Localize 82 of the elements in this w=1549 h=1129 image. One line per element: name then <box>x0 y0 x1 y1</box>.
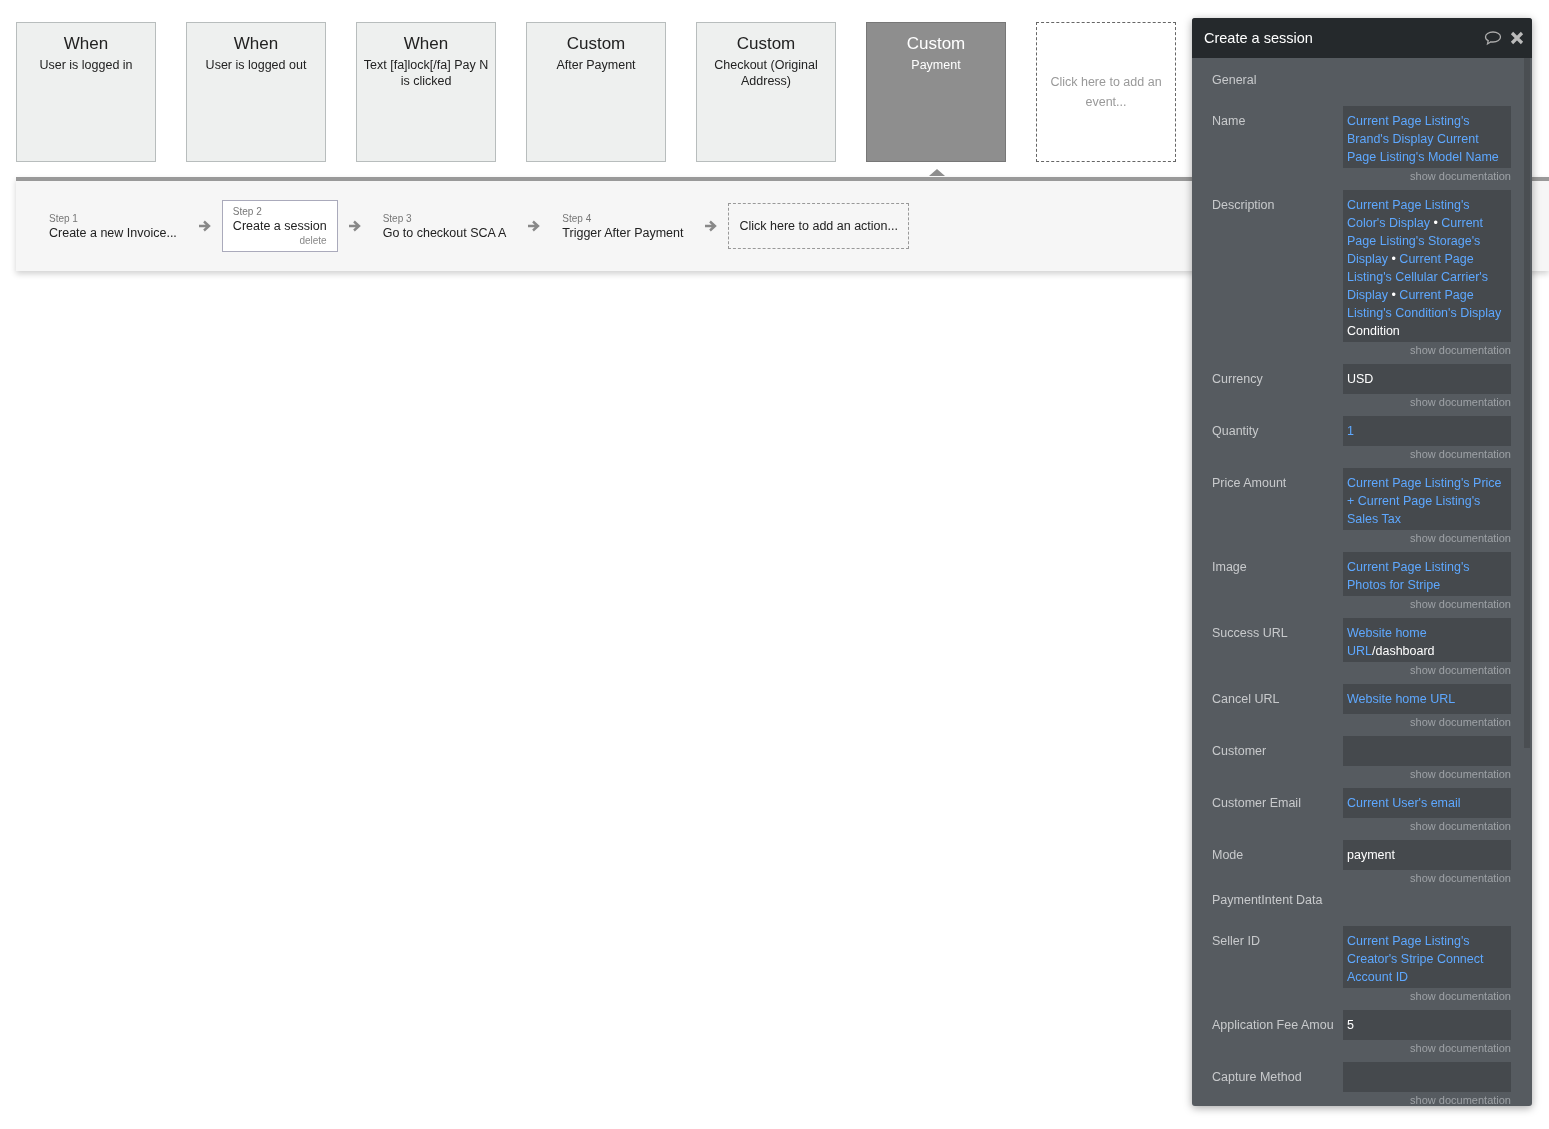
input-field[interactable]: 1 <box>1343 416 1511 446</box>
documentation-link[interactable]: show documentation <box>1410 1093 1511 1106</box>
step-number: Step 4 <box>562 211 593 225</box>
workflow-step[interactable]: Step 4 Trigger After Payment <box>551 206 695 246</box>
input-field[interactable]: USD <box>1343 364 1511 394</box>
event-card[interactable]: Custom After Payment <box>526 22 666 162</box>
event-card[interactable]: When Text [fa]lock[/fa] Pay N is clicked <box>356 22 496 162</box>
event-description: Checkout (Original Address) <box>713 57 819 89</box>
event-description: User is logged in <box>39 57 133 73</box>
input-field[interactable]: Website home URL/dashboard <box>1343 618 1511 662</box>
input-field[interactable]: Current Page Listing's Brand's Display Current Page Listing's Model Name <box>1343 106 1511 168</box>
step-number: Step 2 <box>232 205 263 218</box>
step-action: Create a session <box>232 218 327 234</box>
documentation-link[interactable]: show documentation <box>1410 395 1511 410</box>
documentation-link[interactable]: show documentation <box>1410 989 1511 1004</box>
documentation-link[interactable]: show documentation <box>1410 1041 1511 1056</box>
documentation-link[interactable]: show documentation <box>1410 819 1511 834</box>
field-label: Description <box>1212 197 1276 214</box>
field-label: Customer <box>1212 743 1268 760</box>
input-field[interactable]: Current User's email <box>1343 788 1511 818</box>
comment-icon[interactable] <box>1484 29 1502 47</box>
documentation-link[interactable]: show documentation <box>1410 715 1511 730</box>
input-field[interactable]: payment <box>1343 840 1511 870</box>
add-event-button[interactable]: Click here to add an event... <box>1036 22 1176 162</box>
step-number: Step 3 <box>382 211 413 225</box>
add-action-button[interactable]: Click here to add an action... <box>728 203 909 249</box>
field-label: Price Amount <box>1212 475 1288 492</box>
event-description: Payment <box>911 57 961 73</box>
event-card[interactable]: Custom Checkout (Original Address) <box>696 22 836 162</box>
field-label: Capture Method <box>1212 1069 1303 1086</box>
input-field[interactable]: Website home URL <box>1343 684 1511 714</box>
workflow-step[interactable]: Step 3 Go to checkout SCA A <box>371 206 518 246</box>
panel-title: Create a session <box>1204 30 1314 46</box>
workflow-step[interactable]: Step 1 Create a new Invoice... <box>38 206 188 246</box>
documentation-link[interactable]: show documentation <box>1410 447 1511 462</box>
arrow-icon <box>347 220 362 232</box>
arrow-icon <box>527 220 542 232</box>
event-type: Custom <box>566 33 626 55</box>
field-label: Name <box>1212 113 1247 130</box>
step-action: Create a new Invoice... <box>49 224 177 241</box>
field-label: Customer Email <box>1212 795 1302 812</box>
section-heading: General <box>1212 72 1258 88</box>
event-card[interactable]: When User is logged out <box>186 22 326 162</box>
event-description: User is logged out <box>205 57 307 73</box>
step-action: Go to checkout SCA A <box>382 224 507 241</box>
event-type: Custom <box>906 33 966 55</box>
documentation-link[interactable]: show documentation <box>1410 767 1511 782</box>
close-icon[interactable] <box>1508 29 1526 47</box>
arrow-icon <box>197 220 212 232</box>
event-type: When <box>233 33 279 55</box>
scrollbar[interactable] <box>1524 58 1530 748</box>
documentation-link[interactable]: show documentation <box>1410 169 1511 184</box>
event-type: Custom <box>736 33 796 55</box>
input-field[interactable]: Current Page Listing's Color's Display • Current Page Listing's Storage's Display • Current Page Listing's Cellular Carrier's Display • Current Page Listing's Condition's Display Condition <box>1343 190 1511 342</box>
event-type: When <box>403 33 449 55</box>
documentation-link[interactable]: show documentation <box>1410 871 1511 886</box>
field-label: Image <box>1212 559 1248 576</box>
documentation-link[interactable]: show documentation <box>1410 531 1511 546</box>
documentation-link[interactable]: show documentation <box>1410 597 1511 612</box>
input-field[interactable]: Current Page Listing's Price + Current Page Listing's Sales Tax <box>1343 468 1511 530</box>
field-label: Quantity <box>1212 423 1260 440</box>
arrow-icon <box>704 220 719 232</box>
field-label: Seller ID <box>1212 933 1261 950</box>
documentation-link[interactable]: show documentation <box>1410 663 1511 678</box>
step-action: Trigger After Payment <box>562 224 684 241</box>
step-number: Step 1 <box>49 211 79 225</box>
section-heading: PaymentIntent Data <box>1212 892 1324 908</box>
event-description: After Payment <box>556 57 636 73</box>
field-label: Currency <box>1212 371 1264 388</box>
event-description: Text [fa]lock[/fa] Pay N is clicked <box>363 57 489 89</box>
input-field[interactable]: 5 <box>1343 1010 1511 1040</box>
field-label: Application Fee Amou <box>1212 1017 1335 1034</box>
workflow-step[interactable]: Step 2 Create a session delete <box>221 200 338 252</box>
field-label: Cancel URL <box>1212 691 1281 708</box>
documentation-link[interactable]: show documentation <box>1410 343 1511 358</box>
event-type: When <box>63 33 109 55</box>
input-field[interactable]: Current Page Listing's Photos for Stripe <box>1343 552 1511 596</box>
field-label: Mode <box>1212 847 1245 864</box>
field-label: Success URL <box>1212 625 1289 642</box>
input-field[interactable]: Current Page Listing's Creator's Stripe Connect Account ID <box>1343 926 1511 988</box>
delete-link[interactable]: delete <box>299 234 327 247</box>
event-card[interactable]: When User is logged in <box>16 22 156 162</box>
